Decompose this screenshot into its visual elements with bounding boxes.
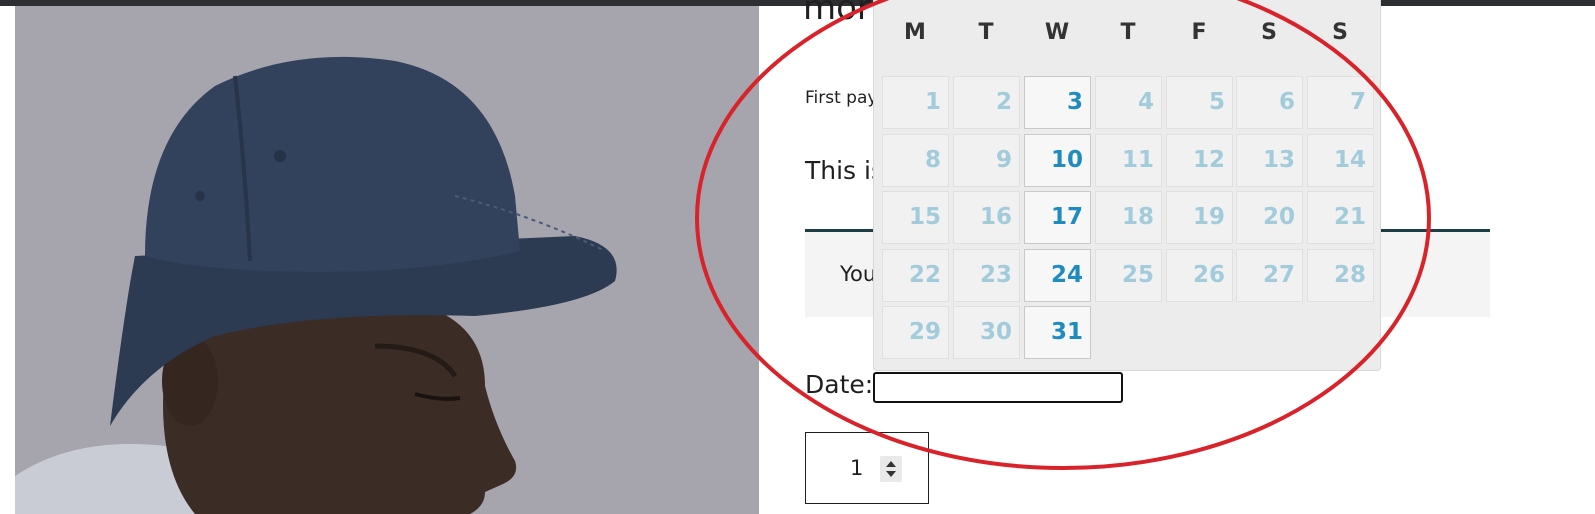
- calendar-day[interactable]: 29: [882, 306, 949, 359]
- calendar-day[interactable]: 16: [953, 191, 1020, 244]
- calendar-day[interactable]: 28: [1307, 248, 1374, 302]
- calendar-day[interactable]: 7: [1307, 76, 1374, 129]
- first-payment-text: First pay: [805, 88, 878, 108]
- weekday-header: S: [1261, 20, 1277, 45]
- calendar-day[interactable]: 25: [1095, 248, 1162, 302]
- calendar-day[interactable]: 23: [953, 248, 1020, 302]
- calendar-day[interactable]: 4: [1095, 76, 1162, 129]
- calendar-day[interactable]: 5: [1166, 76, 1233, 129]
- calendar-day[interactable]: 20: [1236, 191, 1303, 244]
- calendar-day[interactable]: 17: [1024, 191, 1091, 244]
- calendar-day[interactable]: 8: [882, 133, 949, 187]
- calendar-day[interactable]: 12: [1166, 133, 1233, 187]
- calendar-day[interactable]: 21: [1307, 191, 1374, 244]
- calendar-day[interactable]: 9: [953, 133, 1020, 187]
- product-title: mor: [803, 0, 871, 28]
- product-image: [15, 6, 759, 514]
- calendar-day[interactable]: 15: [882, 191, 949, 244]
- quantity-spinner[interactable]: [880, 456, 902, 482]
- calendar-day[interactable]: 19: [1166, 191, 1233, 244]
- calendar-day[interactable]: 3: [1024, 76, 1091, 129]
- weekday-header: W: [1044, 20, 1070, 45]
- calendar-day[interactable]: 14: [1307, 133, 1374, 187]
- calendar-day[interactable]: 31: [1024, 306, 1091, 359]
- calendar-day[interactable]: 24: [1024, 248, 1091, 302]
- notice-text: You: [840, 262, 877, 286]
- calendar-day[interactable]: 30: [953, 306, 1020, 359]
- weekday-header: T: [978, 20, 994, 45]
- calendar-day[interactable]: 27: [1236, 248, 1303, 302]
- calendar-day[interactable]: 18: [1095, 191, 1162, 244]
- calendar-day[interactable]: 1: [882, 76, 949, 129]
- calendar-day[interactable]: 22: [882, 248, 949, 302]
- calendar-day[interactable]: 2: [953, 76, 1020, 129]
- increment-icon[interactable]: [886, 461, 896, 467]
- weekday-header: F: [1191, 20, 1207, 45]
- quantity-value[interactable]: 1: [850, 456, 863, 480]
- calendar-day[interactable]: 6: [1236, 76, 1303, 129]
- date-label: Date:: [805, 370, 874, 399]
- quantity-stepper[interactable]: 1: [805, 432, 929, 504]
- weekday-header: T: [1120, 20, 1136, 45]
- calendar-day[interactable]: 10: [1024, 133, 1091, 187]
- weekday-header: S: [1332, 20, 1348, 45]
- decrement-icon[interactable]: [886, 471, 896, 477]
- date-input[interactable]: [873, 372, 1123, 403]
- datepicker-popup: M T W T F S S 1 2 3 4 5 6 7 8 9 10 11 12 13 14 15 16 17 18 19 20 21…: [873, 0, 1381, 371]
- calendar-day[interactable]: 26: [1166, 248, 1233, 302]
- weekday-header: M: [904, 20, 926, 45]
- calendar-day[interactable]: 11: [1095, 133, 1162, 187]
- calendar-day[interactable]: 13: [1236, 133, 1303, 187]
